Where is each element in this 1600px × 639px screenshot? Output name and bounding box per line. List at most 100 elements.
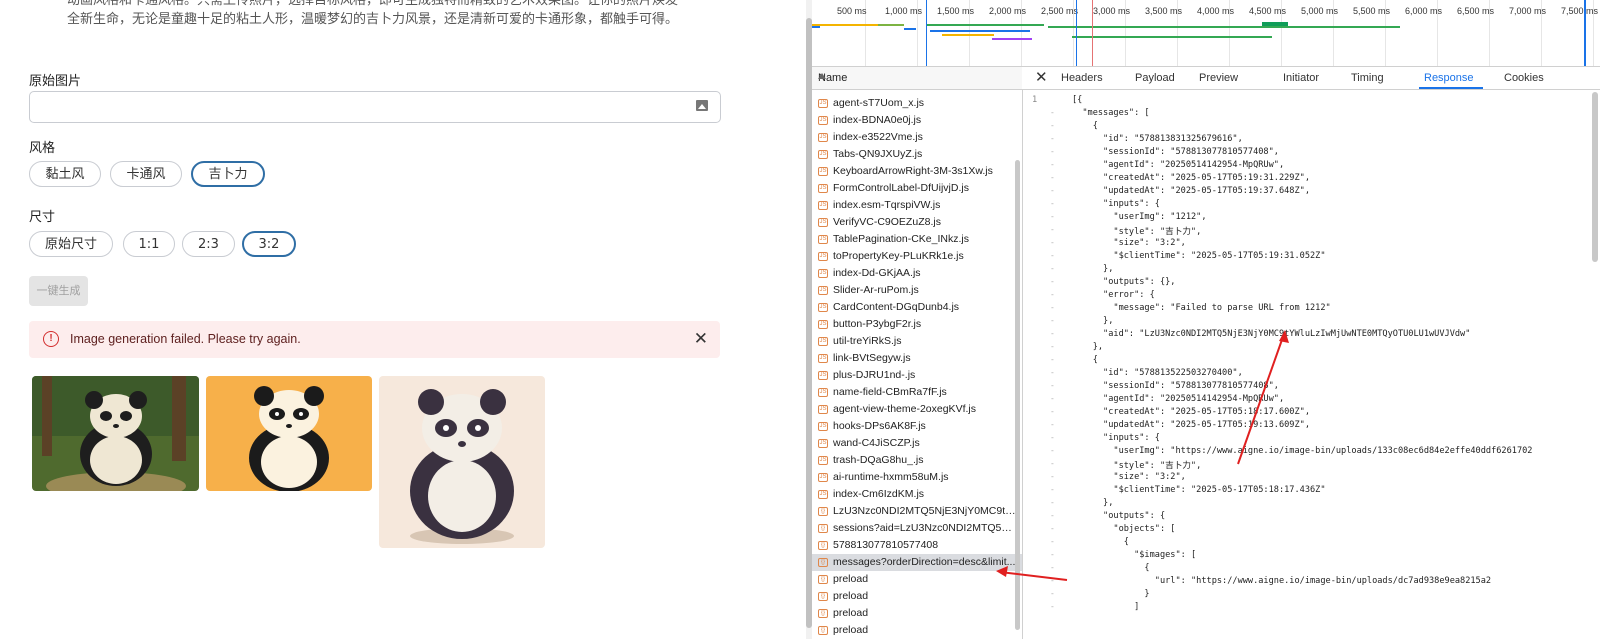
tab-timing[interactable]: Timing xyxy=(1351,72,1384,84)
request-name: VerifyVC-C9OEZuZ8.js xyxy=(833,216,941,228)
result-image-beige[interactable] xyxy=(379,376,545,548)
request-row[interactable]: JS index-Dd-GKjAA.js xyxy=(812,265,1022,282)
timeline-tick: 2,000 ms xyxy=(989,6,1027,16)
timeline-tick: 7,500 ms xyxy=(1561,6,1599,16)
request-row[interactable]: JS plus-DJRU1nd-.js xyxy=(812,367,1022,384)
request-row[interactable]: JS util-treYiRkS.js xyxy=(812,333,1022,350)
tab-response[interactable]: Response xyxy=(1424,72,1474,84)
code-line: "size": "3:2", xyxy=(1072,238,1186,248)
request-row[interactable]: {} LzU3Nzc0NDI2MTQ5NjE3NjY0MC9tY... xyxy=(812,503,1022,520)
timeline-tick: 3,500 ms xyxy=(1145,6,1183,16)
script-file-icon: JS xyxy=(818,354,828,363)
script-file-icon: JS xyxy=(818,320,828,329)
request-row[interactable]: JS index.esm-TqrspiVW.js xyxy=(812,197,1022,214)
gutter-dash: - xyxy=(1050,355,1055,364)
request-name: KeyboardArrowRight-3M-3s1Xw.js xyxy=(833,165,993,177)
code-line: "messages": [ xyxy=(1072,108,1150,118)
tab-initiator[interactable]: Initiator xyxy=(1283,72,1319,84)
request-name: CardContent-DGqDunb4.js xyxy=(833,301,960,313)
script-file-icon: JS xyxy=(818,184,828,193)
style-chip-cartoon[interactable]: 卡通风 xyxy=(110,161,182,187)
script-file-icon: JS xyxy=(818,337,828,346)
timeline-marker xyxy=(1584,0,1586,66)
request-list-scrollbar[interactable] xyxy=(1015,160,1020,630)
request-row[interactable]: JS button-P3ybgF2r.js xyxy=(812,316,1022,333)
request-row[interactable]: JS CardContent-DGqDunb4.js xyxy=(812,299,1022,316)
image-upload-icon[interactable] xyxy=(696,100,708,111)
timeline-bar xyxy=(1262,22,1288,26)
request-row[interactable]: {} preload xyxy=(812,588,1022,605)
request-name: button-P3ybgF2r.js xyxy=(833,318,922,330)
size-chip-2-3[interactable]: 2:3 xyxy=(182,231,235,257)
script-file-icon: JS xyxy=(818,133,828,142)
request-row[interactable]: JS name-field-CBmRa7fF.js xyxy=(812,384,1022,401)
close-icon[interactable]: ✕ xyxy=(1035,68,1048,86)
request-row[interactable]: {} preload xyxy=(812,571,1022,588)
intro-line-1: 动画风格和卡通风格。只需上传照片，选择目标风格，即可生成独特而精致的艺术效果图。… xyxy=(67,0,679,8)
request-row[interactable]: JS agent-view-theme-2oxegKVf.js xyxy=(812,401,1022,418)
request-row[interactable]: JS ai-runtime-hxmm58uM.js xyxy=(812,469,1022,486)
request-row[interactable]: {} sessions?aid=LzU3Nzc0NDI2MTQ5Nj... xyxy=(812,520,1022,537)
request-row[interactable]: JS hooks-DPs6AK8F.js xyxy=(812,418,1022,435)
code-line: { xyxy=(1072,355,1098,365)
result-image-forest[interactable] xyxy=(32,376,199,491)
request-row[interactable]: JS link-BVtSegyw.js xyxy=(812,350,1022,367)
request-row-selected[interactable]: {} messages?orderDirection=desc&limit... xyxy=(812,554,1022,571)
response-scrollbar[interactable] xyxy=(1592,92,1598,262)
error-circle-icon: ! xyxy=(43,331,59,347)
close-icon[interactable]: ✕ xyxy=(694,329,708,349)
request-row[interactable]: JS index-BDNA0e0j.js xyxy=(812,112,1022,129)
code-line: "objects": [ xyxy=(1072,524,1176,534)
gutter-dash: - xyxy=(1050,472,1055,481)
size-chip-3-2[interactable]: 3:2 xyxy=(242,231,296,257)
code-line: "createdAt": "2025-05-17T05:18:17.600Z", xyxy=(1072,407,1310,417)
request-row[interactable]: {} preload xyxy=(812,622,1022,639)
request-row[interactable]: {} 578813077810577408 xyxy=(812,537,1022,554)
request-name: preload xyxy=(833,624,869,636)
gutter-dash: - xyxy=(1050,459,1055,468)
sort-up-icon[interactable] xyxy=(818,73,826,79)
request-row[interactable]: JS index-Cm6IzdKM.js xyxy=(812,486,1022,503)
request-name: preload xyxy=(833,607,869,619)
request-row[interactable]: JS VerifyVC-C9OEZuZ8.js xyxy=(812,214,1022,231)
request-row[interactable]: JS trash-DQaG8hu_.js xyxy=(812,452,1022,469)
style-chip-ghibli[interactable]: 吉卜力 xyxy=(191,161,265,187)
code-line: { xyxy=(1072,121,1098,131)
timeline-tick: 1,500 ms xyxy=(937,6,975,16)
script-file-icon: JS xyxy=(818,269,828,278)
code-line: "agentId": "20250514142954-MpQRUw", xyxy=(1072,160,1285,170)
request-row[interactable]: JS toPropertyKey-PLuKRk1e.js xyxy=(812,248,1022,265)
code-line: "agentId": "20250514142954-MpQRUw", xyxy=(1072,394,1285,404)
gutter-dash: - xyxy=(1050,381,1055,390)
code-line: "aid": "LzU3Nzc0NDI2MTQ5NjE3NjY0MC9tYWlu… xyxy=(1072,329,1471,339)
generate-button[interactable]: 一键生成 xyxy=(29,276,88,306)
tab-cookies[interactable]: Cookies xyxy=(1504,72,1544,84)
timeline-tick: 3,000 ms xyxy=(1093,6,1131,16)
response-viewer[interactable]: 1 [{ "messages": [ { "id": "578813831325… xyxy=(1022,90,1600,639)
request-row[interactable]: JS agent-sT7Uom_x.js xyxy=(812,95,1022,112)
network-timeline[interactable]: 500 ms 1,000 ms 1,500 ms 2,000 ms 2,500 … xyxy=(812,0,1600,67)
gutter-dash: - xyxy=(1050,368,1055,377)
request-row[interactable]: JS KeyboardArrowRight-3M-3s1Xw.js xyxy=(812,163,1022,180)
request-row[interactable]: JS index-e3522Vme.js xyxy=(812,129,1022,146)
style-label: 风格 xyxy=(29,141,56,156)
request-row[interactable]: JS TablePagination-CKe_INkz.js xyxy=(812,231,1022,248)
original-image-field[interactable] xyxy=(29,91,721,123)
timeline-bar xyxy=(1072,36,1272,38)
request-row[interactable]: {} preload xyxy=(812,605,1022,622)
code-line: "updatedAt": "2025-05-17T05:19:37.648Z", xyxy=(1072,186,1310,196)
result-image-orange[interactable] xyxy=(206,376,372,491)
request-row[interactable]: JS wand-C4JiSCZP.js xyxy=(812,435,1022,452)
tab-headers[interactable]: Headers xyxy=(1061,72,1103,84)
style-chip-clay[interactable]: 黏土风 xyxy=(29,161,101,187)
request-row[interactable]: JS Slider-Ar-ruPom.js xyxy=(812,282,1022,299)
name-column-header[interactable]: Name xyxy=(812,67,1022,90)
request-row[interactable]: JS Tabs-QN9JXUyZ.js xyxy=(812,146,1022,163)
tab-payload[interactable]: Payload xyxy=(1135,72,1175,84)
request-name: 578813077810577408 xyxy=(833,539,939,551)
tab-preview[interactable]: Preview xyxy=(1199,72,1238,84)
request-row[interactable]: JS FormControlLabel-DfUijvjD.js xyxy=(812,180,1022,197)
size-chip-original[interactable]: 原始尺寸 xyxy=(29,231,113,257)
gutter-dash: - xyxy=(1050,264,1055,273)
size-chip-1-1[interactable]: 1:1 xyxy=(123,231,175,257)
